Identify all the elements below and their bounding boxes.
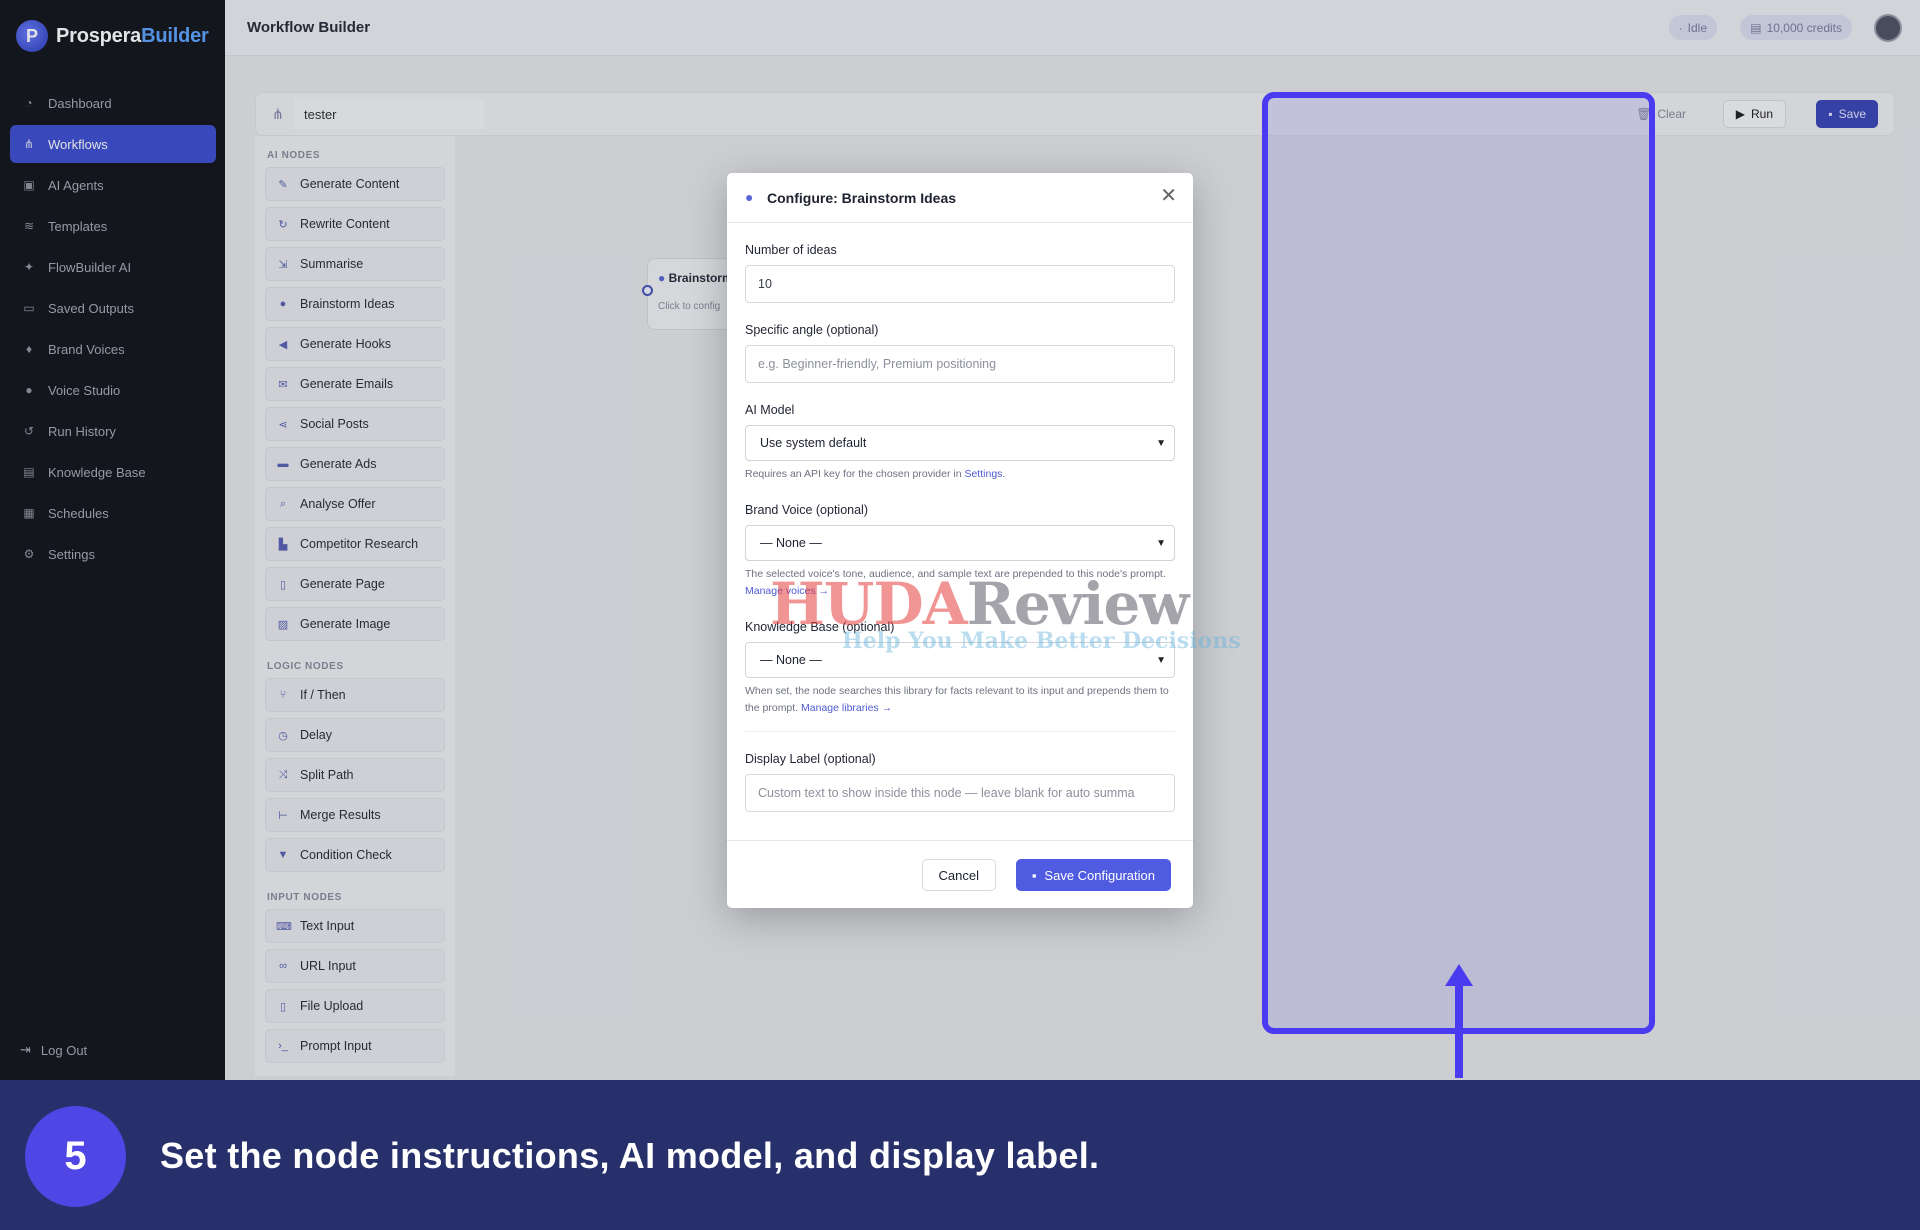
model-label: AI Model	[745, 403, 795, 417]
save-icon: ▪	[1031, 867, 1037, 883]
model-select[interactable]: Use system default ▼	[745, 425, 1175, 461]
lightbulb-icon: ●	[745, 189, 754, 205]
display-label-label: Display Label (optional)	[745, 752, 876, 766]
highlight-box	[1262, 92, 1655, 1034]
model-help: Requires an API key for the chosen provi…	[745, 468, 1006, 480]
chevron-down-icon: ▼	[1156, 537, 1166, 549]
save-configuration-button[interactable]: ▪ Save Configuration	[1015, 859, 1171, 891]
kb-help: When set, the node searches this library…	[745, 683, 1175, 717]
chevron-down-icon: ▼	[1156, 437, 1166, 449]
voice-select[interactable]: — None — ▼	[745, 525, 1175, 561]
modal-body: Number of ideas 10 Specific angle (optio…	[745, 223, 1175, 812]
display-label-input[interactable]: Custom text to show inside this node — l…	[745, 774, 1175, 812]
manage-voices-link[interactable]: Manage voices →	[745, 585, 829, 597]
modal-header: ● Configure: Brainstorm Ideas ✕	[727, 173, 1193, 223]
settings-link[interactable]: Settings	[964, 468, 1002, 480]
model-select-value: Use system default	[760, 436, 867, 450]
voice-select-value: — None —	[760, 536, 822, 550]
model-help-text: Requires an API key for the chosen provi…	[745, 468, 962, 480]
arrow-shaft	[1455, 982, 1463, 1078]
close-icon[interactable]: ✕	[1160, 186, 1177, 206]
ideas-label: Number of ideas	[745, 243, 837, 257]
voice-help-text: The selected voice's tone, audience, and…	[745, 568, 1166, 580]
save-configuration-label: Save Configuration	[1044, 867, 1155, 883]
chevron-down-icon: ▼	[1156, 654, 1166, 666]
kb-select-value: — None —	[760, 653, 822, 667]
voice-label: Brand Voice (optional)	[745, 503, 868, 517]
cancel-button[interactable]: Cancel	[921, 859, 996, 891]
caption-text: Set the node instructions, AI model, and…	[160, 1135, 1100, 1176]
angle-label: Specific angle (optional)	[745, 323, 879, 337]
kb-select[interactable]: — None — ▼	[745, 642, 1175, 678]
tutorial-caption: 5 Set the node instructions, AI model, a…	[0, 1080, 1920, 1230]
voice-help: The selected voice's tone, audience, and…	[745, 566, 1175, 600]
manage-libraries-link[interactable]: Manage libraries →	[801, 702, 892, 714]
modal-title: Configure: Brainstorm Ideas	[767, 190, 957, 206]
modal-footer: Cancel ▪ Save Configuration	[727, 840, 1193, 908]
angle-input[interactable]: e.g. Beginner-friendly, Premium position…	[745, 345, 1175, 383]
ideas-input[interactable]: 10	[745, 265, 1175, 303]
kb-label: Knowledge Base (optional)	[745, 620, 895, 634]
step-number-badge: 5	[25, 1106, 126, 1207]
configure-modal: ● Configure: Brainstorm Ideas ✕ Number o…	[727, 173, 1193, 908]
divider	[745, 731, 1175, 732]
